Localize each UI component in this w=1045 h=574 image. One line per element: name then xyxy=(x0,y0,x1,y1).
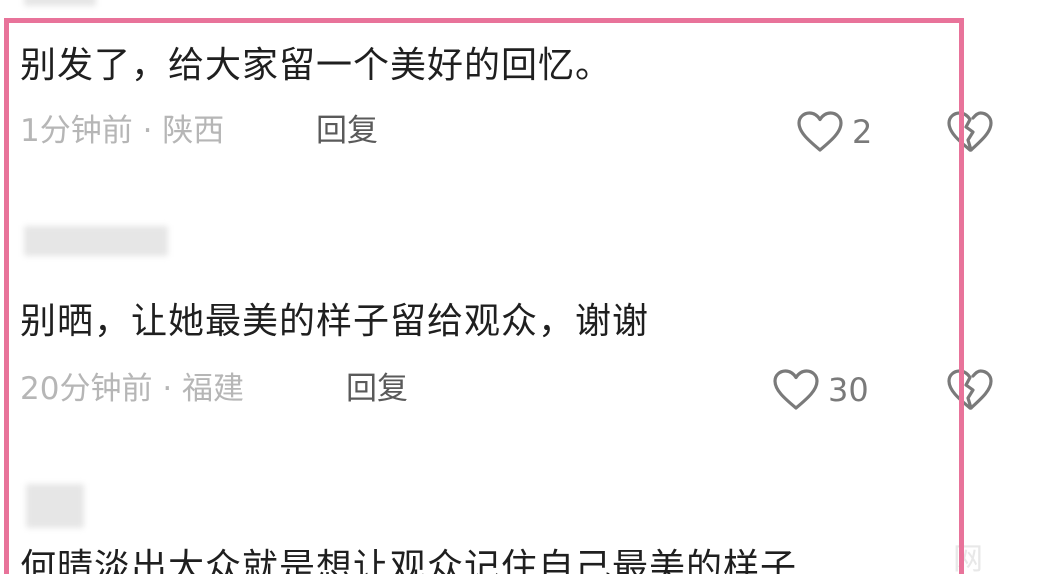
broken-heart-icon xyxy=(946,111,994,158)
comment-text: 何晴淡出大众就是想让观众记住自己最美的样子 xyxy=(20,547,798,574)
comment-location: 陕西 xyxy=(162,113,225,149)
heart-outline-icon xyxy=(796,110,844,154)
reply-button[interactable]: 回复 xyxy=(316,116,378,147)
blurred-username xyxy=(26,484,84,528)
like-count: 30 xyxy=(828,371,869,409)
like-count: 2 xyxy=(852,113,873,151)
meta-separator: · xyxy=(162,371,173,407)
reply-button[interactable]: 回复 xyxy=(346,374,408,405)
comment-meta: 1分钟前 · 陕西 xyxy=(20,116,224,147)
highlight-frame xyxy=(4,18,964,574)
comment-section: 别发了，给大家留一个美好的回忆。 1分钟前 · 陕西 回复 2 别晒，让她最美的… xyxy=(0,0,1045,574)
comment-time: 1分钟前 xyxy=(20,113,133,149)
blurred-username xyxy=(24,0,96,6)
like-button[interactable]: 2 xyxy=(796,110,872,154)
broken-heart-icon xyxy=(946,369,994,416)
comment-location: 福建 xyxy=(182,371,245,407)
dislike-button[interactable] xyxy=(946,110,994,154)
blurred-username xyxy=(24,226,168,256)
dislike-button[interactable] xyxy=(946,368,994,412)
comment-text: 别晒，让她最美的样子留给观众，谢谢 xyxy=(20,301,650,342)
comment-time: 20分钟前 xyxy=(20,371,153,407)
comment-meta: 20分钟前 · 福建 xyxy=(20,374,244,405)
like-button[interactable]: 30 xyxy=(772,368,869,412)
meta-separator: · xyxy=(142,113,153,149)
watermark: 网 xyxy=(953,542,983,574)
comment-text: 别发了，给大家留一个美好的回忆。 xyxy=(20,45,613,86)
heart-outline-icon xyxy=(772,368,820,412)
